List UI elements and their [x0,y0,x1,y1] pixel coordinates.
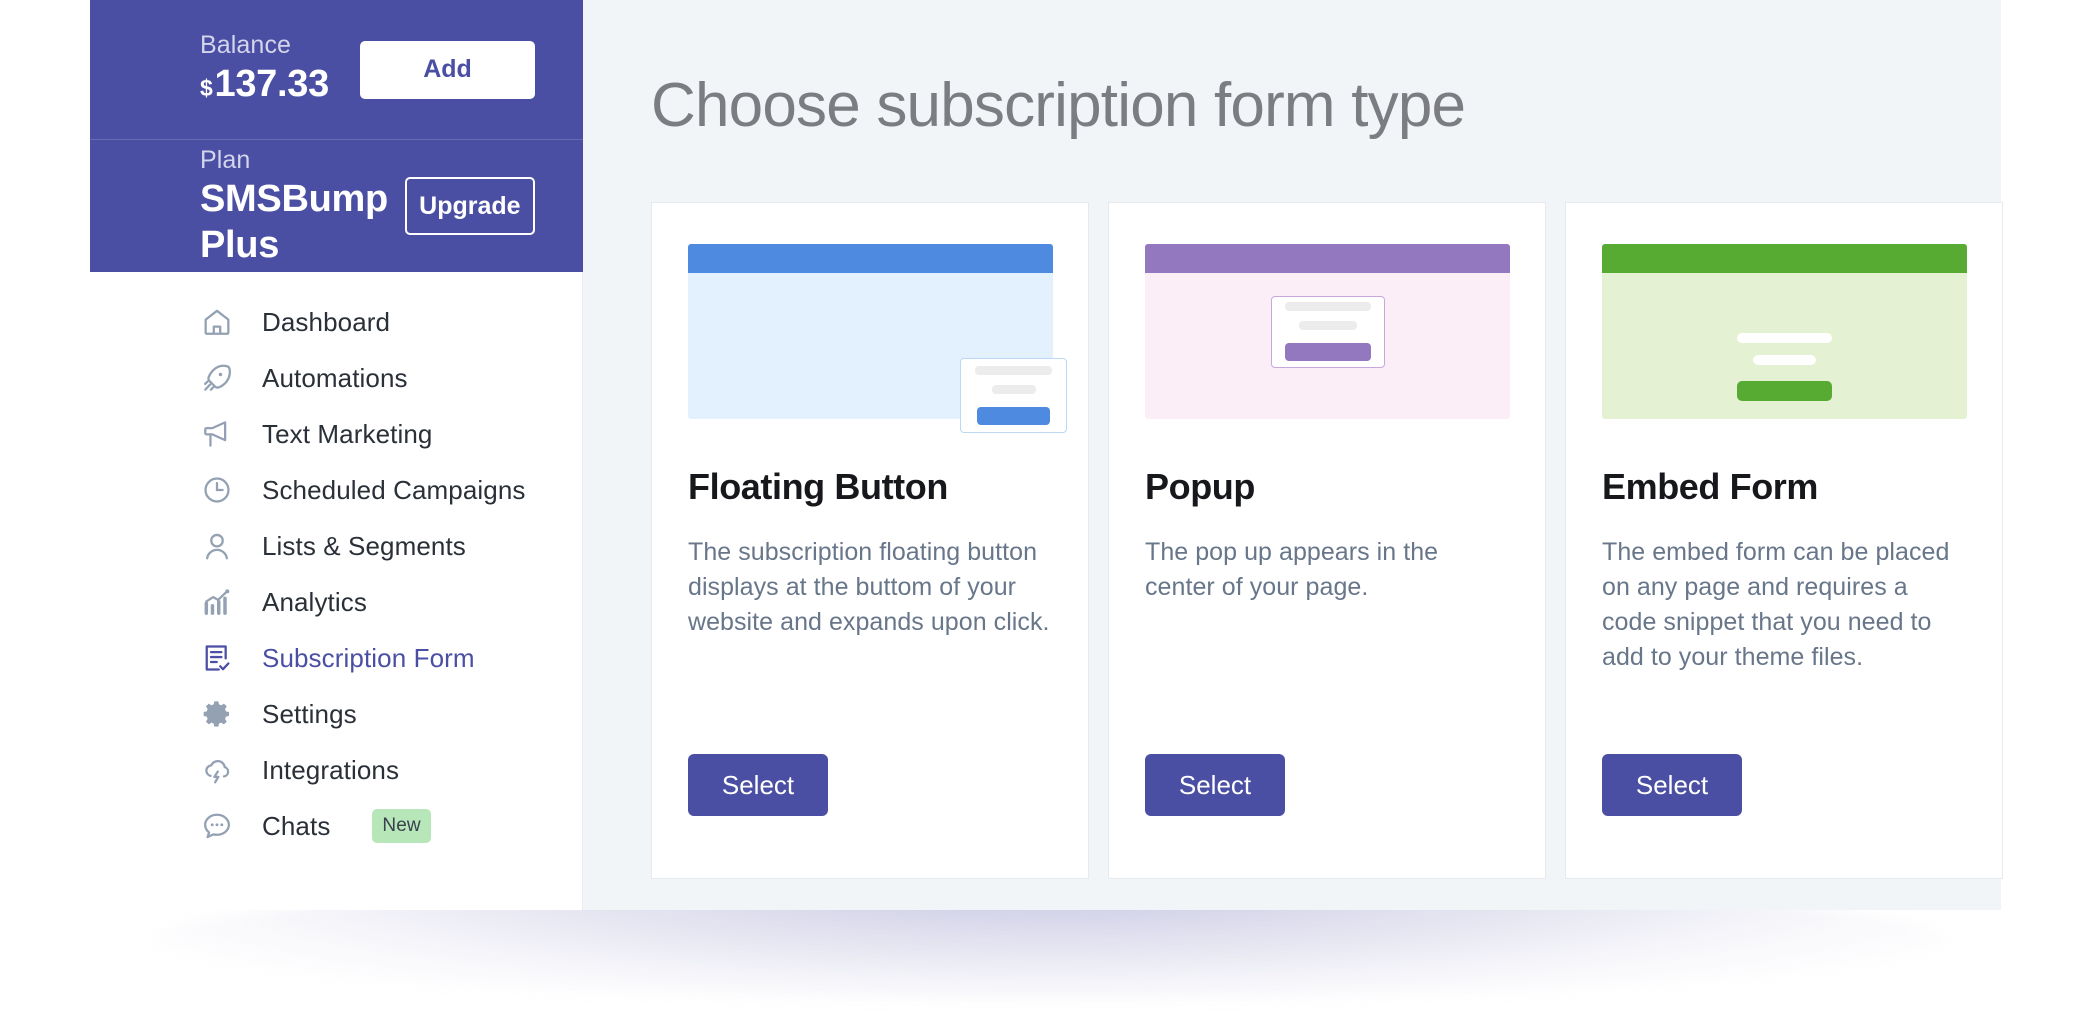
card-spacer [688,640,1052,754]
plan-block: Plan SMSBump Plus [200,144,405,268]
preview-text-line [1737,333,1832,343]
sidebar-item-automations[interactable]: Automations [90,350,582,406]
form-type-card[interactable]: Embed Form The embed form can be placed o… [1565,202,2003,879]
clock-icon [200,473,234,507]
select-button[interactable]: Select [1145,754,1285,816]
sidebar-item-settings[interactable]: Settings [90,686,582,742]
sidebar-item-label: Settings [262,699,357,729]
form-type-card[interactable]: Floating Button The subscription floating… [651,202,1089,879]
sidebar-item-analytics[interactable]: Analytics [90,574,582,630]
sidebar-item-label: Text Marketing [262,419,433,449]
preview-top-bar [1145,244,1510,273]
preview-top-bar [688,244,1053,273]
card-description: The embed form can be placed on any page… [1602,538,1950,671]
gear-icon [200,697,234,731]
card-title: Floating Button [688,466,948,507]
balance-value: 137.33 [214,62,330,105]
preview-cta-button [1737,381,1832,401]
sidebar-item-label: Automations [262,363,408,393]
card-spacer [1145,605,1509,754]
card-description: The subscription floating button display… [688,538,1050,636]
balance-row: Balance $137.33 Add [90,0,583,139]
balance-block: Balance $137.33 [200,29,329,111]
currency-symbol: $ [200,74,213,101]
sidebar-item-text-marketing[interactable]: Text Marketing [90,406,582,462]
sidebar-item-label: Subscription Form [262,643,475,673]
cloud-lightning-icon [200,753,234,787]
balance-label: Balance [200,30,292,59]
form-type-card-list: Floating Button The subscription floating… [651,202,2003,879]
user-icon [200,529,234,563]
preview-floating-widget [960,358,1067,433]
preview-text-line [1298,321,1357,330]
form-type-card[interactable]: Popup The pop up appears in the center of… [1108,202,1546,879]
card-title: Embed Form [1602,466,1819,507]
preview-cta-button [1284,343,1371,361]
main-content: Choose subscription form type Floating B… [583,0,2003,910]
rocket-icon [200,361,234,395]
card-title: Popup [1145,466,1255,507]
preview-embedded-form [1602,333,1967,401]
card-spacer [1602,675,1966,754]
select-button[interactable]: Select [1602,754,1742,816]
plan-row: Plan SMSBump Plus Upgrade [90,139,583,272]
sidebar-item-label: Chats [262,811,331,841]
sidebar-item-label: Dashboard [262,307,391,337]
sidebar: Balance $137.33 Add Plan SMSBump Plus Up… [90,0,583,910]
account-panel: Balance $137.33 Add Plan SMSBump Plus Up… [90,0,583,272]
preview-text-line [975,366,1052,375]
preview-text-line [1753,355,1816,365]
sidebar-item-dashboard[interactable]: Dashboard [90,294,582,350]
sidebar-nav: Dashboard Automations Text Marketing Schedu… [90,272,582,854]
home-icon [200,305,234,339]
sidebar-item-integrations[interactable]: Integrations [90,742,582,798]
sidebar-item-label: Lists & Segments [262,531,466,561]
sidebar-item-subscription-form[interactable]: Subscription Form [90,630,582,686]
chat-bubble-icon [200,809,234,843]
form-check-icon [200,641,234,675]
app-window: Balance $137.33 Add Plan SMSBump Plus Up… [90,0,2003,910]
status-badge: New [372,809,431,843]
card-description: The pop up appears in the center of your… [1145,538,1439,601]
megaphone-icon [200,417,234,451]
upgrade-plan-button[interactable]: Upgrade [404,177,535,235]
page-title: Choose subscription form type [651,71,1466,140]
preview-text-line [991,385,1036,394]
embed-preview-illustration [1602,244,1967,419]
preview-popup-dialog [1270,295,1385,368]
sidebar-item-lists-segments[interactable]: Lists & Segments [90,518,582,574]
preview-cta-button [977,407,1050,425]
balance-amount: $137.33 [200,61,329,111]
sidebar-item-label: Integrations [262,755,400,785]
select-button[interactable]: Select [688,754,828,816]
plan-name: SMSBump Plus [200,178,388,266]
floating-preview-illustration [688,244,1067,433]
sidebar-item-chats[interactable]: Chats New [90,798,582,854]
bar-chart-icon [200,585,234,619]
preview-text-line [1284,302,1371,311]
popup-preview-illustration [1145,244,1510,419]
add-balance-button[interactable]: Add [360,40,535,99]
preview-top-bar [1602,244,1967,273]
plan-label: Plan [200,146,251,174]
sidebar-item-label: Analytics [262,587,367,617]
sidebar-item-label: Scheduled Campaigns [262,475,526,505]
sidebar-item-scheduled-campaigns[interactable]: Scheduled Campaigns [90,462,582,518]
